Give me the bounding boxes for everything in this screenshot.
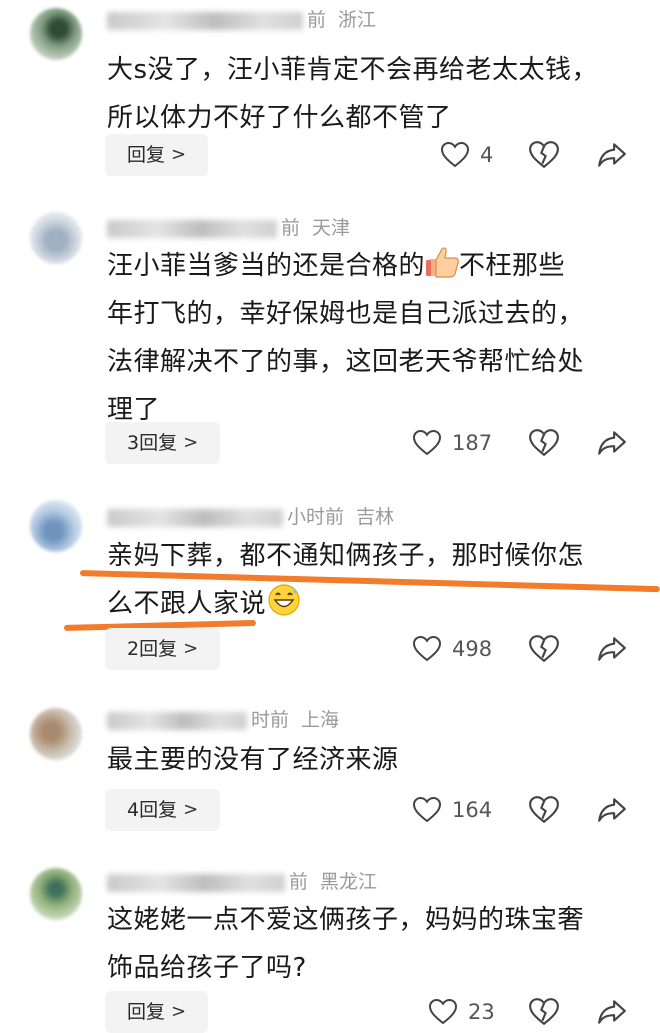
comment-location: 黑龙江 — [320, 871, 378, 893]
chevron-right-icon: > — [183, 799, 199, 820]
reply-button[interactable]: 3回复 > — [105, 422, 221, 464]
share-arrow-icon[interactable] — [596, 996, 628, 1028]
comment-location: 浙江 — [338, 9, 377, 31]
username-blurred[interactable] — [107, 219, 277, 238]
reply-label: 3回复 — [127, 432, 178, 454]
like-count: 164 — [452, 798, 493, 822]
username-blurred[interactable] — [107, 11, 303, 30]
chevron-right-icon: > — [183, 638, 199, 659]
reply-label: 4回复 — [127, 799, 178, 821]
comment-time: 前 — [307, 9, 327, 31]
comment-meta: 前浙江 — [107, 6, 376, 34]
broken-heart-icon[interactable] — [528, 139, 560, 171]
comment-text-segment: 不枉那些 — [459, 251, 566, 281]
avatar[interactable] — [30, 500, 82, 552]
comment-meta: 小时前 吉林 — [107, 503, 394, 531]
like-button[interactable]: 187 — [412, 422, 492, 464]
comment-time: 时前 — [251, 709, 290, 731]
comment-text: 这姥姥一点不爱这俩孩子，妈妈的珠宝奢 饰品给孩子了吗? — [107, 896, 637, 992]
comment-actions: 164 — [412, 789, 626, 831]
comment-actions: 187 — [412, 422, 626, 464]
comment-meta: 时前 上海 — [107, 706, 339, 734]
like-button[interactable]: 498 — [412, 628, 492, 670]
comment-time: 前 — [281, 217, 301, 239]
share-arrow-icon[interactable] — [596, 427, 628, 459]
comment-text-line: 大s没了，汪小菲肯定不会再给老太太钱， — [107, 55, 599, 85]
broken-heart-icon[interactable] — [528, 427, 560, 459]
comment-meta: 前黑龙江 — [107, 868, 377, 896]
avatar[interactable] — [30, 212, 82, 264]
reply-button[interactable]: 回复 > — [105, 991, 209, 1033]
share-arrow-icon[interactable] — [596, 139, 628, 171]
comment-actions: 4 — [440, 134, 640, 176]
like-count: 187 — [452, 431, 493, 455]
like-button[interactable]: 23 — [428, 991, 495, 1033]
avatar[interactable] — [30, 868, 82, 920]
chevron-right-icon: > — [183, 432, 199, 453]
like-count: 23 — [468, 1000, 495, 1024]
comment-actions: 498 — [412, 628, 626, 670]
reply-button[interactable]: 2回复 > — [105, 628, 221, 670]
comment-text-segment: 么不跟人家说 — [107, 589, 267, 619]
comment-text-line: 汪小菲当爹当的还是合格的 不枉那些 — [107, 242, 637, 290]
like-button[interactable]: 4 — [440, 134, 493, 176]
comment-location: 上海 — [301, 709, 340, 731]
comment-text-line: 这姥姥一点不爱这俩孩子，妈妈的珠宝奢 — [107, 905, 585, 935]
comment-meta: 前天津 — [107, 214, 350, 242]
thumbs-up-emoji — [425, 244, 459, 278]
comment-text-line: 法律解决不了的事，这回老天爷帮忙给处 — [107, 347, 585, 377]
reply-label: 回复 — [127, 144, 166, 166]
heart-outline-icon — [412, 635, 442, 662]
avatar[interactable] — [30, 8, 82, 60]
share-arrow-icon[interactable] — [596, 633, 628, 665]
comment-time: 小时前 — [287, 506, 345, 528]
reply-button[interactable]: 回复 > — [105, 134, 209, 176]
heart-outline-icon — [412, 796, 442, 823]
heart-outline-icon — [412, 429, 442, 456]
username-blurred[interactable] — [107, 711, 247, 730]
comment-text: 汪小菲当爹当的还是合格的 不枉那些 年打飞的，幸好保姆也是自己派过去的， 法律解决… — [107, 242, 637, 434]
comment-location: 吉林 — [356, 506, 395, 528]
username-blurred[interactable] — [107, 873, 285, 892]
comment-text-line: 饰品给孩子了吗? — [107, 953, 307, 983]
comment-time: 前 — [289, 871, 309, 893]
chevron-right-icon: > — [171, 1001, 187, 1022]
share-arrow-icon[interactable] — [596, 794, 628, 826]
like-count: 4 — [480, 143, 494, 167]
comment-text: 最主要的没有了经济来源 — [107, 736, 637, 784]
reply-button[interactable]: 4回复 > — [105, 789, 221, 831]
comment-text-line: 年打飞的，幸好保姆也是自己派过去的， — [107, 299, 585, 329]
comment-location: 天津 — [312, 217, 351, 239]
broken-heart-icon[interactable] — [528, 996, 560, 1028]
reply-label: 回复 — [127, 1001, 166, 1023]
heart-outline-icon — [428, 998, 458, 1025]
chevron-right-icon: > — [171, 144, 187, 165]
broken-heart-icon[interactable] — [528, 794, 560, 826]
like-count: 498 — [452, 637, 493, 661]
grin-sweat-emoji — [266, 582, 300, 616]
comment-actions: 23 — [428, 991, 628, 1033]
heart-outline-icon — [440, 141, 470, 168]
comment-text-segment: 汪小菲当爹当的还是合格的 — [107, 251, 426, 281]
comment-text: 大s没了，汪小菲肯定不会再给老太太钱， 所以体力不好了什么都不管了 — [107, 46, 637, 142]
broken-heart-icon[interactable] — [528, 633, 560, 665]
reply-label: 2回复 — [127, 638, 178, 660]
username-blurred[interactable] — [107, 508, 283, 527]
like-button[interactable]: 164 — [412, 789, 492, 831]
avatar[interactable] — [30, 708, 82, 760]
comment-text-line: 最主要的没有了经济来源 — [107, 745, 399, 775]
